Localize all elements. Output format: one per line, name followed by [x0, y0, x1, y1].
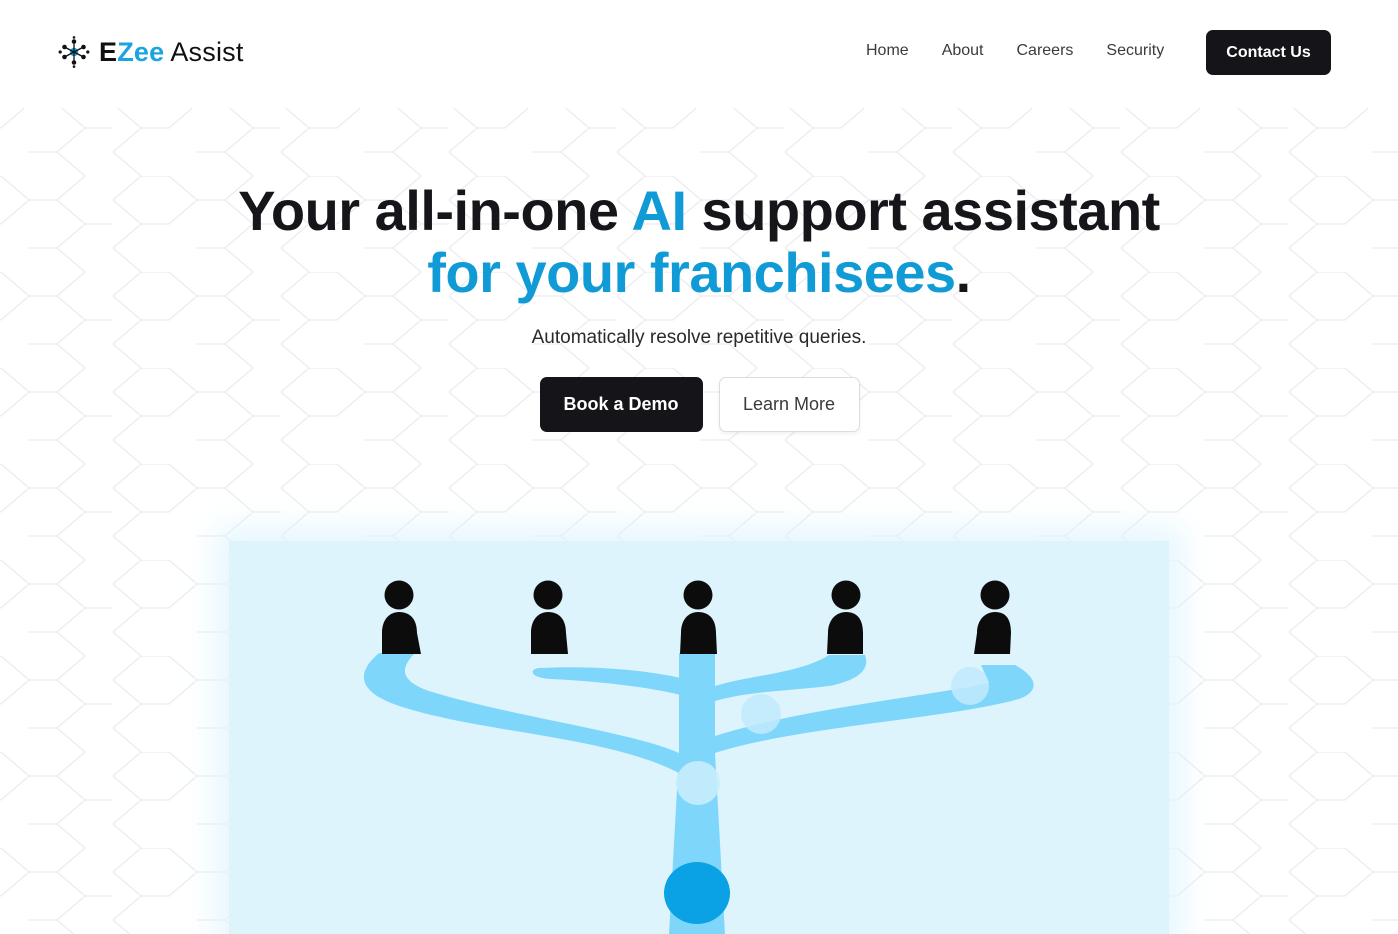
person-icon-5 [974, 580, 1011, 654]
book-demo-button[interactable]: Book a Demo [539, 377, 703, 432]
ai-bubble-icon [664, 862, 730, 924]
brand-logo[interactable]: EZee Assist [58, 34, 244, 70]
person-icon-3 [680, 580, 717, 654]
headline-period: . [955, 241, 972, 304]
top-navigation: EZee Assist Home About Careers Security C… [0, 0, 1398, 104]
nav-link-careers[interactable]: Careers [1017, 41, 1074, 61]
pulse-bubble [951, 667, 989, 705]
learn-more-button[interactable]: Learn More [718, 377, 860, 432]
headline-text-1: Your all-in-one [238, 179, 632, 242]
headline-accent-ai: AI [631, 179, 688, 242]
hero-illustration [229, 541, 1169, 934]
hero-headline: Your all-in-one AI support assistant for… [0, 180, 1398, 304]
brand-name-assist: Assist [170, 37, 244, 67]
brand-name: EZee Assist [99, 34, 244, 70]
cta-row: Book a Demo Learn More [0, 377, 1398, 432]
brand-name-zee: Zee [117, 37, 165, 67]
pulse-bubble [741, 694, 781, 734]
contact-us-button[interactable]: Contact Us [1206, 30, 1331, 75]
person-icon-1 [382, 580, 421, 654]
pulse-bubble [676, 761, 720, 805]
person-icon-4 [827, 580, 863, 654]
nav-link-about[interactable]: About [942, 41, 984, 61]
network-logo-icon [58, 36, 90, 68]
person-icon-2 [531, 580, 568, 654]
brand-name-e: E [99, 37, 118, 67]
hero-subtitle: Automatically resolve repetitive queries… [531, 327, 867, 348]
branching-stream-illustration [363, 580, 1034, 934]
hero-section: Your all-in-one AI support assistant for… [0, 180, 1398, 432]
nav-links: Home About Careers Security [866, 41, 1164, 61]
headline-accent-franchisees: for your franchisees [427, 241, 956, 304]
nav-link-home[interactable]: Home [866, 41, 909, 61]
nav-link-security[interactable]: Security [1106, 41, 1164, 61]
headline-text-2: support assistant [686, 179, 1161, 242]
